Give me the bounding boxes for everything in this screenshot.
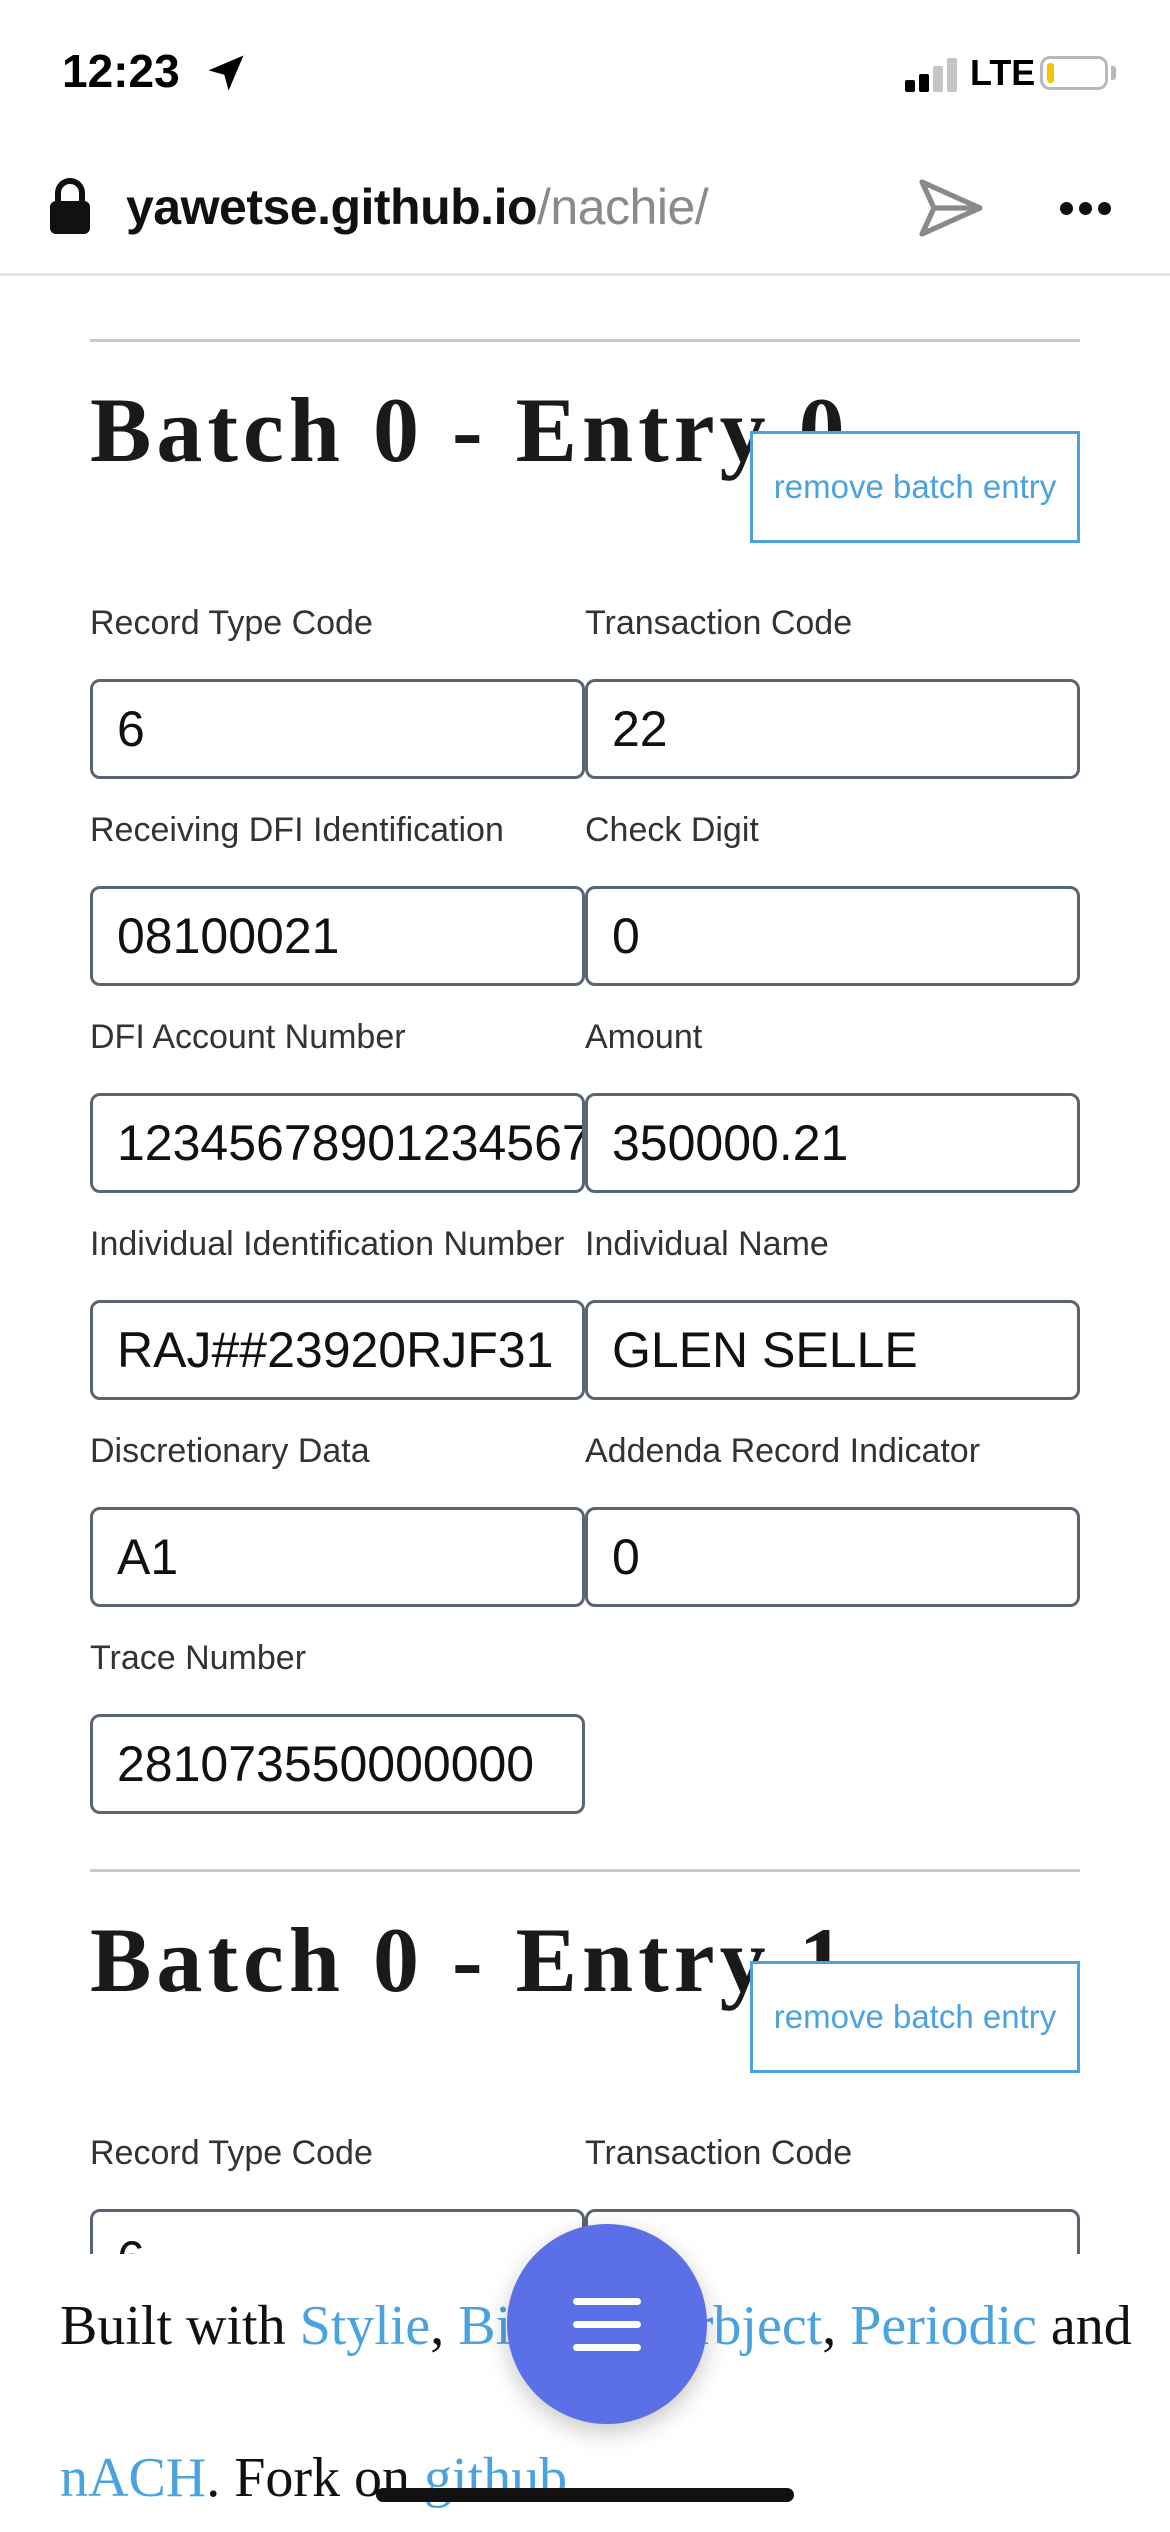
record-type-code-input[interactable]: 6 — [90, 2209, 585, 2254]
entry-title: Batch 0 - Entry 0 — [90, 379, 850, 481]
stylie-link[interactable]: Stylie — [300, 2295, 431, 2357]
field-label: Record Type Code — [90, 2134, 373, 2172]
menu-button[interactable] — [507, 2224, 707, 2424]
hamburger-icon — [573, 2298, 641, 2305]
more-options-icon[interactable] — [1060, 202, 1112, 216]
dfi-account-number-input[interactable]: 12345678901234567 — [90, 1093, 585, 1193]
field-label: Trace Number — [90, 1639, 307, 1677]
field-label: Transaction Code — [585, 604, 853, 642]
page-content: Batch 0 - Entry 0 remove batch entry Rec… — [0, 279, 1170, 2254]
periodic-link[interactable]: Periodic — [850, 2295, 1037, 2357]
individual-id-number-input[interactable]: RAJ##23920RJF31 — [90, 1300, 585, 1400]
record-type-code-input[interactable]: 6 — [90, 679, 585, 779]
entry-title: Batch 0 - Entry 1 — [90, 1909, 850, 2011]
remove-batch-entry-button[interactable]: remove batch entry — [750, 431, 1080, 543]
field-label: Record Type Code — [90, 604, 373, 642]
cellular-signal-icon — [905, 56, 959, 92]
field-label: Addenda Record Indicator — [585, 1432, 981, 1470]
field-label: Discretionary Data — [90, 1432, 370, 1470]
battery-cap — [1111, 66, 1116, 80]
amount-input[interactable]: 350000.21 — [585, 1093, 1080, 1193]
home-indicator[interactable] — [376, 2488, 794, 2502]
nach-link[interactable]: nACH — [60, 2447, 206, 2509]
status-time: 12:23 — [62, 45, 180, 97]
addenda-record-indicator-input[interactable]: 0 — [585, 1507, 1080, 1607]
field-label: Transaction Code — [585, 2134, 853, 2172]
receiving-dfi-input[interactable]: 08100021 — [90, 886, 585, 986]
url-host: yawetse.github.io — [126, 179, 538, 235]
browser-url-bar[interactable]: yawetse.github.io/nachie/ — [0, 140, 1170, 276]
footer-text: Built with — [60, 2295, 286, 2357]
hamburger-icon — [573, 2321, 641, 2328]
transaction-code-input[interactable]: 22 — [585, 679, 1080, 779]
hamburger-icon — [573, 2344, 641, 2351]
battery-icon — [1040, 56, 1108, 90]
field-label: Amount — [585, 1018, 703, 1056]
trace-number-input[interactable]: 281073550000000 — [90, 1714, 585, 1814]
entry-divider — [90, 1869, 1080, 1872]
field-label: Individual Name — [585, 1225, 829, 1263]
check-digit-input[interactable]: 0 — [585, 886, 1080, 986]
discretionary-data-input[interactable]: A1 — [90, 1507, 585, 1607]
batch-entry: Batch 0 - Entry 1 remove batch entry Rec… — [90, 1869, 1080, 2254]
location-arrow-icon — [208, 55, 244, 91]
network-type: LTE — [970, 52, 1036, 93]
url-text[interactable]: yawetse.github.io/nachie/ — [126, 178, 709, 236]
individual-name-input[interactable]: GLEN SELLE — [585, 1300, 1080, 1400]
footer-text: and — [1050, 2295, 1132, 2357]
field-label: Receiving DFI Identification — [90, 811, 504, 849]
entry-divider — [90, 339, 1080, 342]
share-send-icon[interactable] — [918, 178, 984, 238]
field-label: Individual Identification Number — [90, 1225, 565, 1263]
field-label: DFI Account Number — [90, 1018, 406, 1056]
lock-icon — [50, 178, 90, 234]
remove-batch-entry-button[interactable]: remove batch entry — [750, 1961, 1080, 2073]
url-path: /nachie/ — [537, 179, 709, 235]
field-label: Check Digit — [585, 811, 759, 849]
batch-entry: Batch 0 - Entry 0 remove batch entry Rec… — [90, 339, 1080, 1899]
status-bar: 12:23 LTE — [0, 0, 1170, 140]
